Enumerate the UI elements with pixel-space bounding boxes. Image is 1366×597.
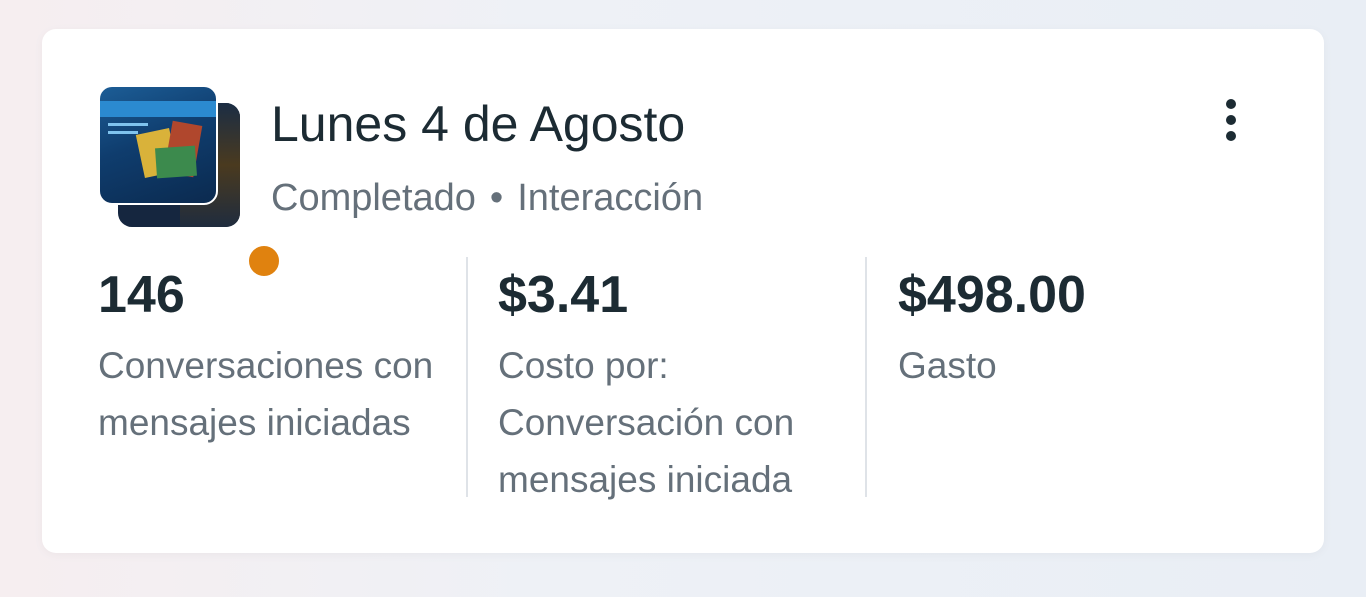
campaign-subtitle: Completado • Interacción <box>271 179 703 217</box>
campaign-title: Lunes 4 de Agosto <box>271 96 686 152</box>
metric-value: $498.00 <box>898 266 1086 324</box>
metric-conversations: 146 Conversaciones con mensajes iniciada… <box>98 257 458 497</box>
more-options-icon[interactable] <box>1214 95 1248 145</box>
metric-label: Costo por: Conversación con mensajes ini… <box>498 345 795 500</box>
separator-dot: • <box>489 177 504 219</box>
metric-divider <box>466 257 468 497</box>
metric-spend: $498.00 Gasto <box>898 257 1258 497</box>
status-text: Completado <box>271 177 476 219</box>
metric-divider <box>865 257 867 497</box>
ad-thumbnail <box>98 85 284 281</box>
metric-value: $3.41 <box>498 266 629 324</box>
metrics-row: 146 Conversaciones con mensajes iniciada… <box>42 257 1324 500</box>
metric-value: 146 <box>98 266 185 324</box>
objective-text: Interacción <box>517 177 704 219</box>
campaign-card[interactable]: Lunes 4 de Agosto Completado • Interacción… <box>42 29 1324 553</box>
metric-cost-per-conversation: $3.41 Costo por: Conversación con mensaj… <box>498 257 858 500</box>
metric-label: Conversaciones con mensajes iniciadas <box>98 345 434 443</box>
thumbnail-front-image <box>98 85 218 205</box>
metric-label: Gasto <box>898 345 997 386</box>
